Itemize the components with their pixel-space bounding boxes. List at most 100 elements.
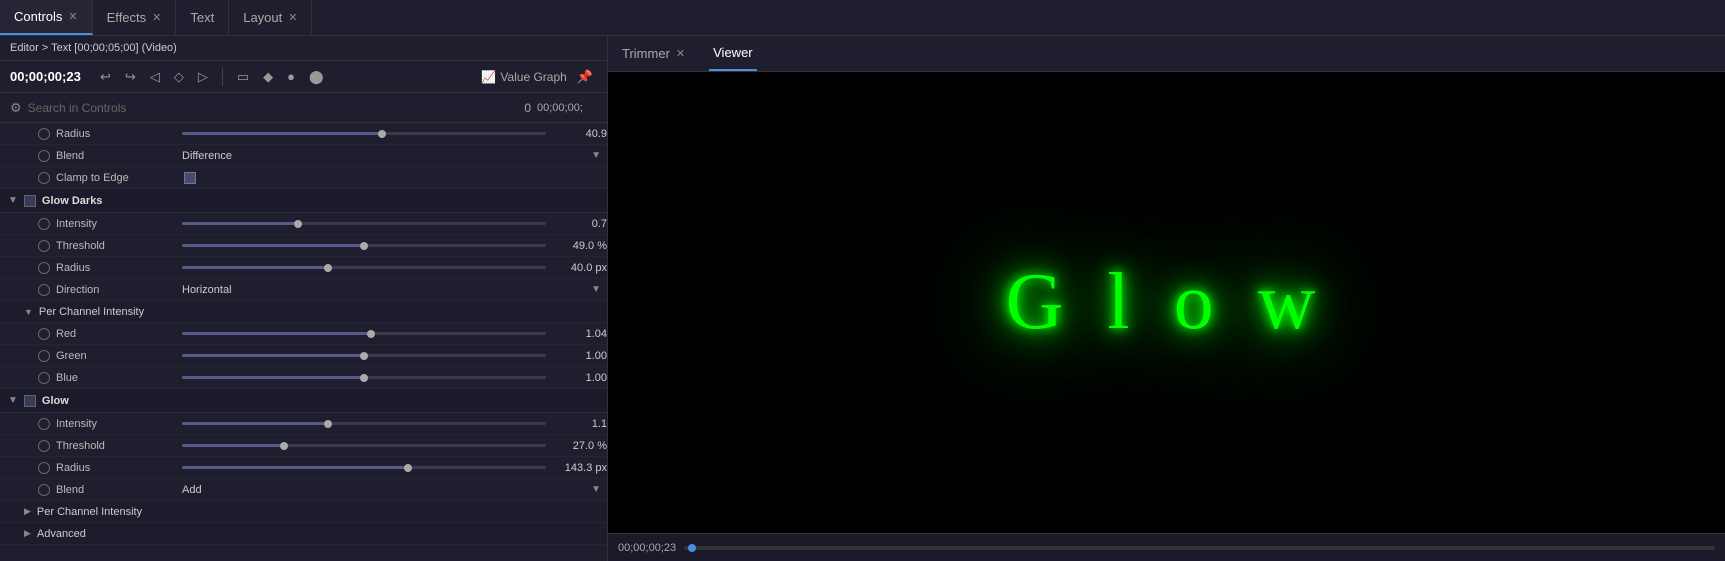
title-per-channel-glow: Per Channel Intensity [37,506,142,518]
slider-track-radius-top [182,132,546,135]
slider-track-blue [182,376,546,379]
undo-button[interactable]: ↩ [96,67,115,87]
checkbox-clamp[interactable] [184,172,196,184]
row-direction-darks: Direction Horizontal ▼ [0,279,607,301]
add-keyframe-button[interactable]: ◇ [170,67,188,87]
editor-bar: Editor > Text [00;00;05;00] (Video) [0,36,607,61]
keyframe-threshold-glow[interactable] [38,440,50,452]
next-keyframe-button[interactable]: ▷ [194,67,212,87]
keyframe-clamp[interactable] [38,172,50,184]
keyframe-radius-top[interactable] [38,128,50,140]
keyframe-radius-darks[interactable] [38,262,50,274]
timeline-time-label: 00;00;00; [537,102,597,114]
dropdown-arrow-direction-darks: ▼ [591,284,601,295]
viewer-timeline-bar[interactable] [684,546,1715,550]
sub-section-per-channel-glow[interactable]: ▶ Per Channel Intensity [0,501,607,523]
keyframe-blue[interactable] [38,372,50,384]
keyframe-direction-darks[interactable] [38,284,50,296]
slider-area-threshold-glow[interactable] [176,444,552,447]
keyframe-intensity-glow[interactable] [38,418,50,430]
slider-area-radius-top[interactable] [176,132,552,135]
tab-layout[interactable]: Layout ✕ [229,0,312,35]
section-glow-darks[interactable]: ▼ Glow Darks [0,189,607,213]
dropdown-blend-glow[interactable]: Add ▼ [176,484,607,496]
tab-effects-label: Effects [107,10,147,25]
slider-area-intensity-glow[interactable] [176,422,552,425]
dropdown-blend-top[interactable]: Difference ▼ [176,150,607,162]
row-blue: Blue 1.00 [0,367,607,389]
value-graph-icon: 📈 [481,70,496,84]
rect-button[interactable]: ▭ [233,67,253,87]
row-green: Green 1.00 [0,345,607,367]
slider-area-green[interactable] [176,354,552,357]
slider-track-red [182,332,546,335]
label-intensity-darks: Intensity [56,218,176,230]
tab-layout-close[interactable]: ✕ [288,11,297,24]
viewer-time: 00;00;00;23 [618,542,676,554]
tab-viewer[interactable]: Viewer [709,36,757,71]
right-panel: Trimmer ✕ Viewer G l o w 00;00;00;23 [608,36,1725,561]
slider-track-radius-glow [182,466,546,469]
label-intensity-glow: Intensity [56,418,176,430]
dot-button[interactable]: ⬤ [305,67,328,87]
filter-icon: ⚙ [10,100,22,116]
tab-effects[interactable]: Effects ✕ [93,0,177,35]
redo-button[interactable]: ↪ [121,67,140,87]
slider-area-radius-glow[interactable] [176,466,552,469]
tab-controls-label: Controls [14,9,62,24]
label-radius-glow: Radius [56,462,176,474]
row-red: Red 1.04 [0,323,607,345]
tab-trimmer[interactable]: Trimmer ✕ [618,36,689,71]
time-display: 00;00;00;23 [10,69,90,84]
tab-trimmer-close[interactable]: ✕ [676,47,685,60]
prev-keyframe-button[interactable]: ◁ [146,67,164,87]
dropdown-direction-darks[interactable]: Horizontal ▼ [176,284,607,296]
title-advanced: Advanced [37,528,86,540]
row-threshold-glow: Threshold 27.0 % [0,435,607,457]
section-glow[interactable]: ▼ Glow [0,389,607,413]
value-graph-button[interactable]: 📈 Value Graph [481,70,566,84]
value-radius-glow: 143.3 px [552,462,607,474]
row-intensity-darks: Intensity 0.7 [0,213,607,235]
label-blend-top: Blend [56,150,176,162]
main-layout: Editor > Text [00;00;05;00] (Video) 00;0… [0,36,1725,561]
diamond-button[interactable]: ◆ [259,67,277,87]
circle-button[interactable]: ● [283,67,299,86]
keyframe-blend-top[interactable] [38,150,50,162]
keyframe-green[interactable] [38,350,50,362]
keyframe-radius-glow[interactable] [38,462,50,474]
tab-controls-close[interactable]: ✕ [68,10,77,23]
slider-area-blue[interactable] [176,376,552,379]
tab-effects-close[interactable]: ✕ [152,11,161,24]
slider-area-intensity-darks[interactable] [176,222,552,225]
keyframe-intensity-darks[interactable] [38,218,50,230]
keyframe-blend-glow[interactable] [38,484,50,496]
label-radius-darks: Radius [56,262,176,274]
tab-controls[interactable]: Controls ✕ [0,0,93,35]
slider-area-red[interactable] [176,332,552,335]
sub-section-per-channel-darks[interactable]: ▼ Per Channel Intensity [0,301,607,323]
pin-button[interactable]: 📌 [573,67,597,87]
row-intensity-glow: Intensity 1.1 [0,413,607,435]
checkbox-glow-darks[interactable] [24,195,36,207]
checkbox-glow[interactable] [24,395,36,407]
sub-section-advanced[interactable]: ▶ Advanced [0,523,607,545]
slider-area-radius-darks[interactable] [176,266,552,269]
value-intensity-glow: 1.1 [552,418,607,430]
slider-area-threshold-darks[interactable] [176,244,552,247]
chevron-per-channel-darks: ▼ [24,307,33,317]
tab-trimmer-label: Trimmer [622,46,670,61]
chevron-per-channel-glow: ▶ [24,506,31,517]
chevron-glow-darks: ▼ [8,195,18,206]
search-input[interactable] [28,101,507,115]
slider-track-radius-darks [182,266,546,269]
row-threshold-darks: Threshold 49.0 % [0,235,607,257]
toolbar-sep-1 [222,68,223,86]
value-radius-darks: 40.0 px [552,262,607,274]
row-radius-glow: Radius 143.3 px [0,457,607,479]
value-graph-label: Value Graph [500,70,567,84]
value-threshold-darks: 49.0 % [552,240,607,252]
tab-text[interactable]: Text [176,0,229,35]
keyframe-threshold-darks[interactable] [38,240,50,252]
keyframe-red[interactable] [38,328,50,340]
